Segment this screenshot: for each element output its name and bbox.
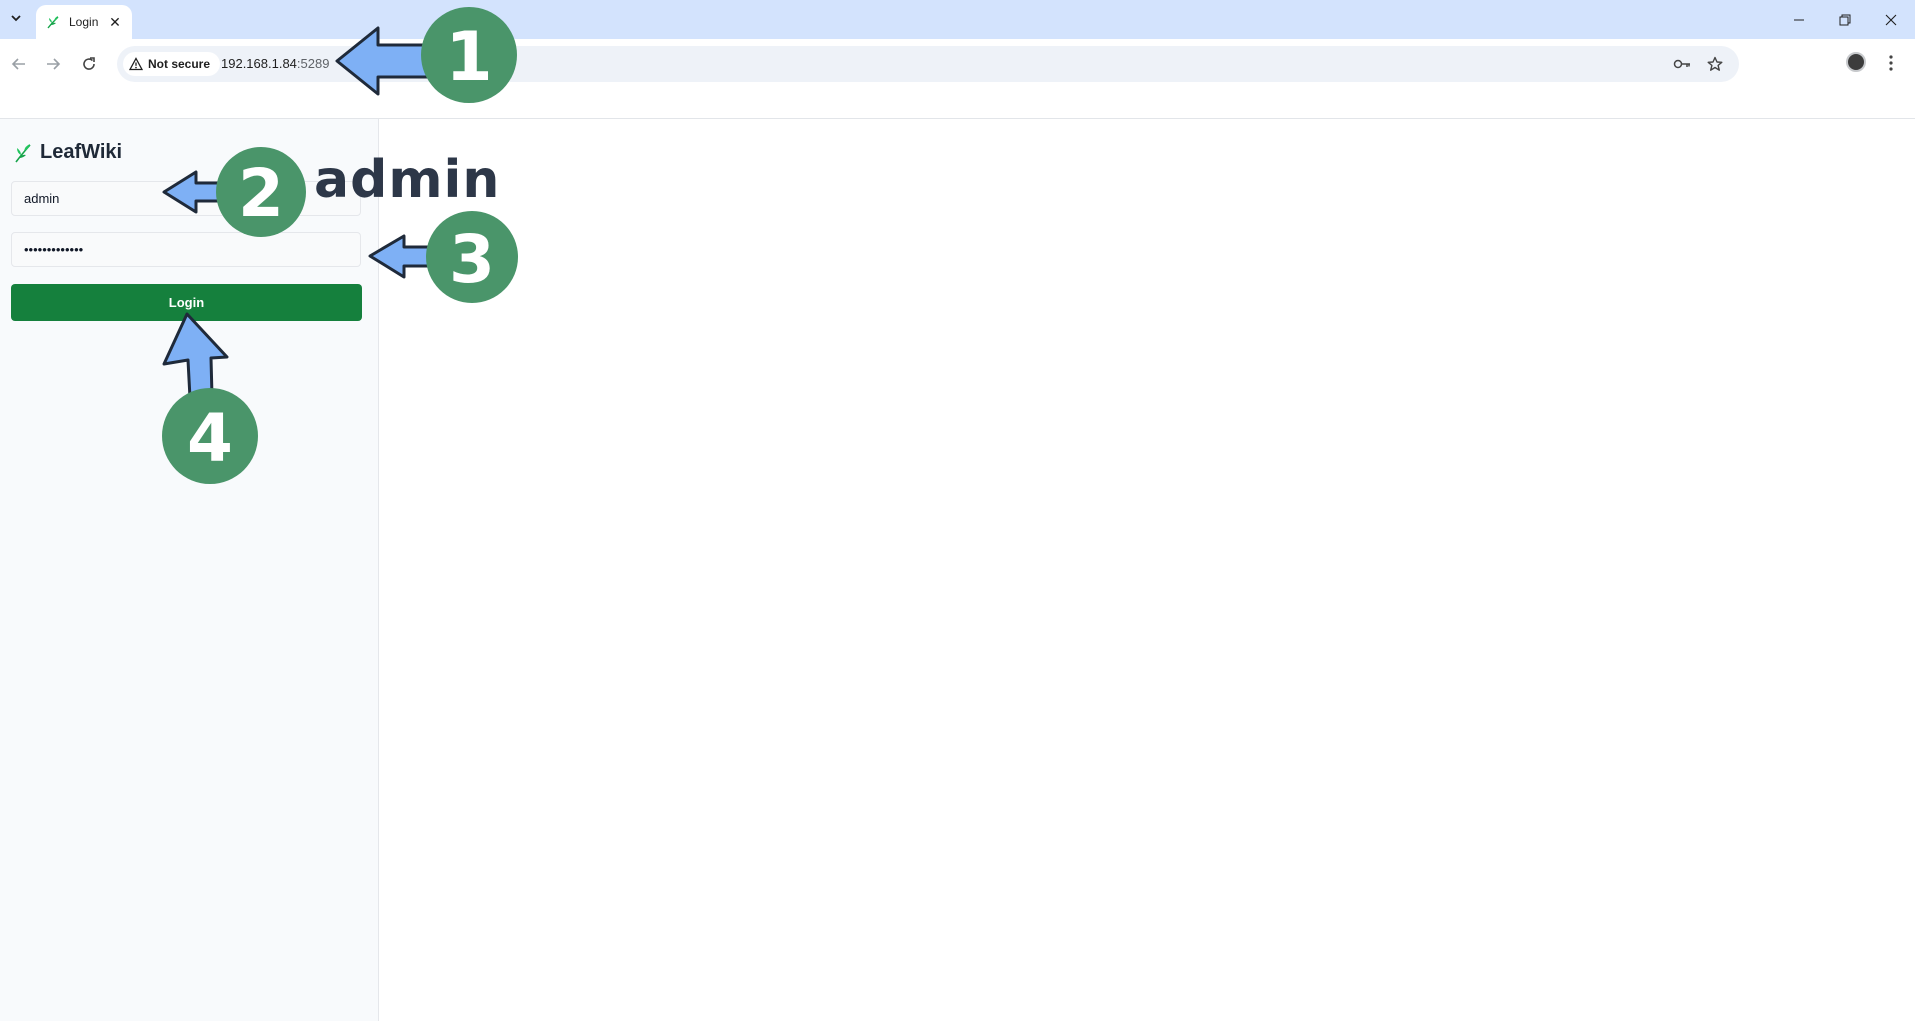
login-sidebar: LeafWiki Login bbox=[0, 119, 379, 1021]
url-port: :5289 bbox=[296, 56, 330, 71]
browser-toolbar: Not secure 192.168.1.84:5289 bbox=[0, 39, 1915, 119]
brand-name: LeafWiki bbox=[40, 141, 123, 163]
warning-icon bbox=[129, 57, 143, 71]
back-button[interactable] bbox=[4, 49, 34, 79]
arrow-right-icon bbox=[47, 58, 61, 70]
restore-button[interactable] bbox=[1822, 0, 1868, 39]
close-icon bbox=[1885, 14, 1897, 25]
restore-icon bbox=[1839, 14, 1851, 25]
tab-search-button[interactable] bbox=[4, 6, 28, 30]
password-input[interactable] bbox=[11, 232, 361, 267]
brand: LeafWiki bbox=[14, 141, 122, 164]
username-input[interactable] bbox=[11, 181, 361, 216]
profile-avatar[interactable] bbox=[1846, 52, 1866, 72]
leaf-icon bbox=[47, 16, 59, 29]
security-label: Not secure bbox=[148, 57, 211, 71]
password-key-icon[interactable] bbox=[1672, 54, 1692, 74]
chevron-down-icon bbox=[11, 15, 21, 22]
reload-button[interactable] bbox=[74, 49, 104, 79]
minimize-icon bbox=[1794, 19, 1804, 20]
reload-icon bbox=[83, 57, 95, 70]
tab-strip: Login ✕ bbox=[0, 0, 1915, 39]
close-window-button[interactable] bbox=[1868, 0, 1914, 39]
more-vertical-icon bbox=[1889, 55, 1893, 71]
minimize-button[interactable] bbox=[1776, 0, 1822, 39]
login-button[interactable]: Login bbox=[11, 284, 362, 321]
close-tab-icon[interactable]: ✕ bbox=[106, 14, 124, 31]
url-text: 192.168.1.84:5289 bbox=[221, 56, 329, 71]
arrow-left-icon bbox=[11, 58, 25, 70]
forward-button[interactable] bbox=[38, 49, 68, 79]
browser-menu-button[interactable] bbox=[1882, 51, 1900, 75]
address-bar[interactable]: Not secure 192.168.1.84:5289 bbox=[117, 46, 1739, 82]
url-host: 192.168.1.84 bbox=[221, 56, 297, 71]
bookmark-star-icon[interactable] bbox=[1705, 54, 1725, 74]
leaf-logo-icon bbox=[15, 143, 31, 162]
security-chip[interactable]: Not secure bbox=[123, 52, 221, 76]
tab-title: Login bbox=[69, 15, 99, 29]
browser-tab[interactable]: Login ✕ bbox=[36, 5, 132, 39]
main-content bbox=[379, 119, 1915, 1021]
